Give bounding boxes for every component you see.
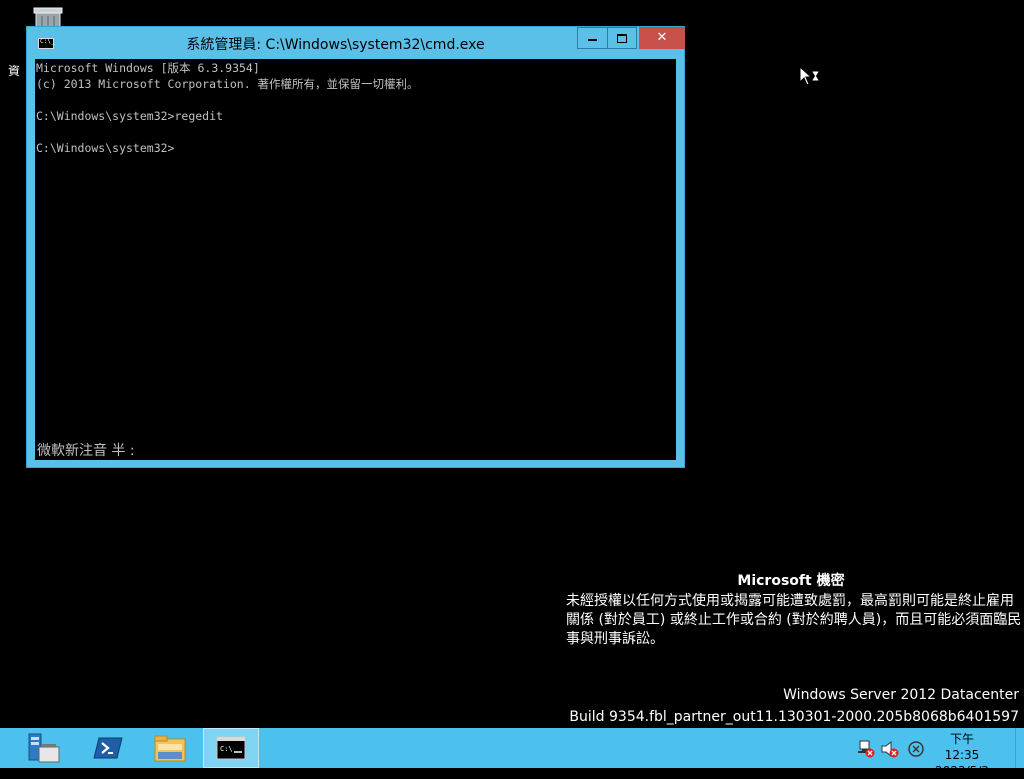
powershell-icon	[93, 737, 123, 759]
network-icon[interactable]	[856, 739, 876, 759]
taskbar-clock[interactable]: 下午 12:35 2023/5/3	[932, 731, 992, 779]
clock-date: 2023/5/3	[935, 764, 989, 778]
console-area[interactable]: Microsoft Windows [版本 6.3.9354] (c) 2013…	[35, 59, 676, 460]
clock-time: 下午 12:35	[944, 732, 980, 762]
notice-title: Microsoft 機密	[737, 573, 845, 589]
minimize-button[interactable]	[577, 27, 607, 49]
busy-cursor-icon	[799, 66, 820, 86]
console-output: Microsoft Windows [版本 6.3.9354] (c) 2013…	[36, 61, 419, 155]
window-titlebar[interactable]: 系統管理員: C:\Windows\system32\cmd.exe ✕	[27, 27, 685, 59]
taskbar-command-prompt[interactable]: C:\	[203, 728, 259, 768]
server-manager-icon	[28, 733, 60, 763]
close-button[interactable]: ✕	[639, 27, 685, 49]
taskbar-file-explorer[interactable]	[142, 728, 198, 768]
close-icon: ✕	[656, 30, 668, 45]
taskbar: C:\ 下午 12:35 2023/5/3	[0, 728, 1024, 778]
volume-muted-icon[interactable]	[880, 739, 900, 759]
maximize-button[interactable]	[607, 27, 637, 49]
edition-label: Windows Server 2012 Datacenter	[783, 687, 1019, 703]
build-label: Build 9354.fbl_partner_out11.130301-2000…	[569, 709, 1019, 725]
build-watermark: Windows Server 2012 Datacenter Build 935…	[569, 684, 1019, 728]
taskbar-server-manager[interactable]	[16, 728, 72, 768]
recycle-bin-label: 資	[8, 64, 21, 78]
cmd-window[interactable]: 系統管理員: C:\Windows\system32\cmd.exe ✕ Mic…	[26, 26, 685, 468]
confidential-notice: Microsoft 機密 未經授權以任何方式使用或揭露可能遭致處罰，最高罰則可能…	[560, 572, 1022, 649]
show-desktop-button[interactable]	[1015, 728, 1024, 768]
svg-text:C:\: C:\	[220, 745, 233, 753]
maximize-icon	[617, 33, 627, 43]
minimize-icon	[588, 39, 597, 41]
command-prompt-icon: C:\	[216, 736, 246, 760]
notification-icon[interactable]	[906, 739, 926, 759]
ime-status: 微軟新注音 半 :	[37, 443, 135, 459]
taskbar-powershell[interactable]	[80, 728, 136, 768]
file-explorer-icon	[154, 735, 186, 762]
notice-body: 未經授權以任何方式使用或揭露可能遭致處罰，最高罰則可能是終止雇用關係 (對於員工…	[566, 593, 1022, 647]
